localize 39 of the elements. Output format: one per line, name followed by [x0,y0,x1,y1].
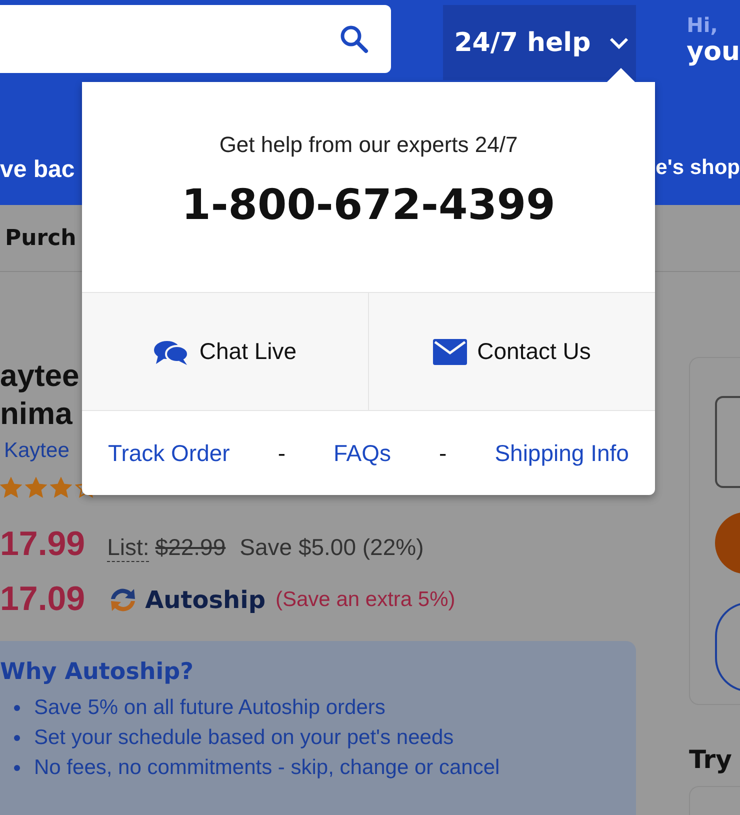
help-link[interactable]: FAQs [334,440,392,466]
star-icon [0,477,22,499]
product-title: aytee [0,357,80,395]
list-price: $22.99 [155,534,226,561]
separator-text: - [278,440,286,466]
chat-icon [153,338,190,364]
section-heading: Try [689,745,733,774]
product-title: nima [0,395,72,433]
outline-button[interactable] [715,602,740,692]
star-icon [25,477,47,499]
account-link[interactable]: you [686,37,740,67]
help-button[interactable]: 24/7 help [443,5,636,80]
benefit-text: Save 5% on all future Autoship orders [34,695,386,721]
select-field[interactable] [715,396,740,488]
help-link[interactable]: Track Order [108,440,230,466]
help-intro-text: Get help from our experts 24/7 [219,132,518,158]
envelope-icon [433,338,468,364]
help-link[interactable]: Shipping Info [494,440,629,466]
list-label: List: [107,534,150,562]
separator-text: - [439,440,447,466]
phone-number[interactable]: 1-800-672-4399 [182,180,556,229]
benefit-text: Set your schedule based on your pet's needs [34,725,454,751]
contact-us-button[interactable]: Contact Us [368,293,655,410]
star-icon [50,477,72,499]
chevron-icon [608,36,629,48]
autoship-savings: (Save an extra 5%) [276,588,456,612]
benefit-text: No fees, no commitments - skip, change or cancel [34,755,500,781]
nav-link[interactable]: Purch [5,226,76,250]
banner-text: ve bac [0,156,75,184]
chat-live-button[interactable]: Chat Live [82,293,368,410]
search-field[interactable] [0,5,392,73]
greeting-text: Hi, [686,13,719,37]
autoship-price: 17.09 [0,580,86,619]
banner-text: e's shop [656,156,740,181]
panel-heading: Why Autoship? [0,659,194,685]
savings-text: Save $5.00 (22%) [240,534,424,561]
price: 17.99 [0,525,86,564]
search-icon[interactable] [339,24,370,54]
autoship-label: Autoship [145,586,266,614]
